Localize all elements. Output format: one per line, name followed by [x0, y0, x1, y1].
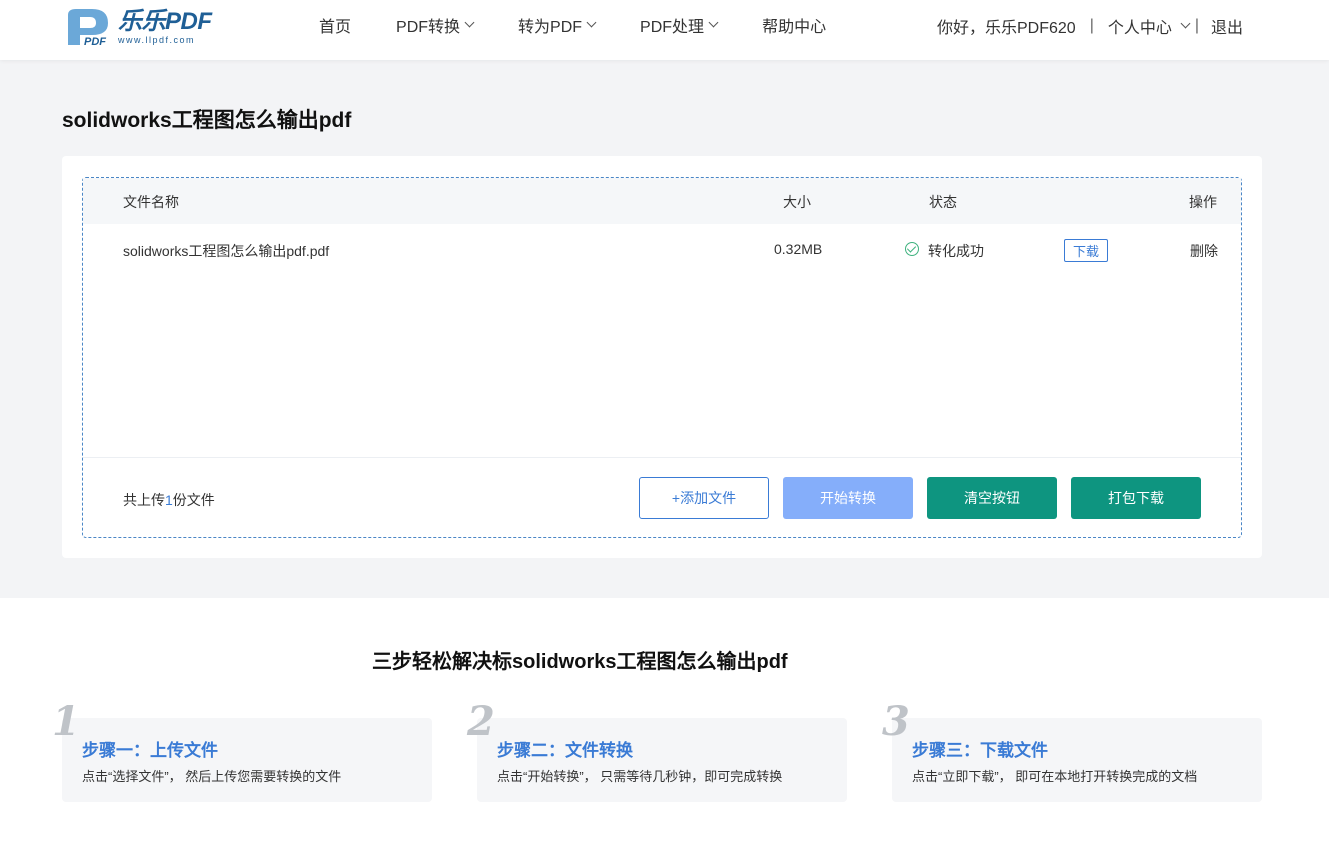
chevron-down-icon — [708, 17, 719, 28]
clear-button[interactable]: 清空按钮 — [927, 477, 1057, 519]
steps-title: 三步轻松解决标solidworks工程图怎么输出pdf — [372, 651, 788, 673]
page-title: solidworks工程图怎么输出pdf — [62, 109, 352, 132]
step-title: 步骤一：上传文件 — [82, 741, 218, 760]
add-file-button[interactable]: +添加文件 — [639, 477, 769, 519]
upload-count-number: 1 — [165, 492, 173, 508]
step-desc: 点击“开始转换”， 只需等待几秒钟，即可完成转换 — [497, 769, 783, 784]
site-logo[interactable]: PDF 乐乐PDF www.llpdf.com — [62, 6, 222, 48]
user-area: 你好，乐乐PDF620 | 个人中心 | 退出 — [937, 0, 1243, 52]
top-header: PDF 乐乐PDF www.llpdf.com 首页 PDF转换 转为PDF P… — [0, 0, 1329, 60]
logout-link[interactable]: 退出 — [1211, 14, 1243, 38]
logo-mark-icon: PDF — [62, 7, 114, 48]
col-size: 大小 — [783, 194, 811, 210]
pack-download-button[interactable]: 打包下载 — [1071, 477, 1201, 519]
step-title: 步骤二：文件转换 — [497, 741, 633, 760]
step-number: 1 — [52, 698, 80, 745]
nav-help[interactable]: 帮助中心 — [762, 13, 826, 37]
logo-mark-text: PDF — [84, 36, 106, 47]
col-action: 操作 — [1189, 194, 1217, 210]
success-check-icon — [905, 241, 919, 257]
logo-url: www.llpdf.com — [118, 35, 196, 45]
file-status: 转化成功 — [928, 243, 984, 259]
step-card-3: 3 步骤三：下载文件 点击“立即下载”， 即可在本地打开转换完成的文档 — [882, 702, 1262, 802]
step-desc: 点击“立即下载”， 即可在本地打开转换完成的文档 — [912, 769, 1198, 784]
step-title: 步骤三：下载文件 — [912, 741, 1048, 760]
user-center-link[interactable]: 个人中心 — [1108, 14, 1172, 38]
file-dropzone[interactable]: 文件名称 大小 状态 操作 solidworks工程图怎么输出pdf.pdf 0… — [82, 177, 1242, 538]
separator: | — [1089, 17, 1094, 34]
logo-brand: 乐乐PDF — [118, 8, 212, 35]
col-status: 状态 — [929, 194, 957, 210]
col-name: 文件名称 — [123, 194, 179, 210]
upload-count: 共上传1份文件 — [123, 492, 215, 508]
file-name: solidworks工程图怎么输出pdf.pdf — [123, 243, 330, 259]
main-nav: 首页 PDF转换 转为PDF PDF处理 帮助中心 — [300, 0, 871, 50]
nav-to-pdf[interactable]: 转为PDF — [518, 13, 597, 37]
nav-home[interactable]: 首页 — [319, 13, 351, 37]
divider — [83, 457, 1241, 458]
user-greeting: 你好，乐乐PDF620 — [937, 20, 1076, 37]
nav-pdf-convert[interactable]: PDF转换 — [396, 13, 475, 37]
chevron-down-icon — [586, 17, 597, 28]
start-convert-button[interactable]: 开始转换 — [783, 477, 913, 519]
separator: | — [1194, 17, 1200, 34]
upload-card: 文件名称 大小 状态 操作 solidworks工程图怎么输出pdf.pdf 0… — [62, 156, 1262, 558]
step-card-2: 2 步骤二：文件转换 点击“开始转换”， 只需等待几秒钟，即可完成转换 — [467, 702, 847, 802]
chevron-down-icon — [464, 17, 475, 28]
step-number: 3 — [882, 698, 910, 745]
step-desc: 点击“选择文件”， 然后上传您需要转换的文件 — [82, 769, 342, 784]
table-row: solidworks工程图怎么输出pdf.pdf 0.32MB 转化成功 下载 … — [83, 224, 1241, 276]
download-button[interactable]: 下载 — [1064, 239, 1109, 262]
file-size: 0.32MB — [774, 241, 823, 257]
table-header: 文件名称 大小 状态 操作 — [83, 178, 1241, 224]
nav-pdf-process[interactable]: PDF处理 — [640, 13, 719, 37]
chevron-down-icon[interactable] — [1180, 18, 1191, 29]
step-number: 2 — [467, 698, 495, 745]
delete-link[interactable]: 删除 — [1190, 241, 1218, 261]
step-card-1: 1 步骤一：上传文件 点击“选择文件”， 然后上传您需要转换的文件 — [52, 702, 432, 802]
